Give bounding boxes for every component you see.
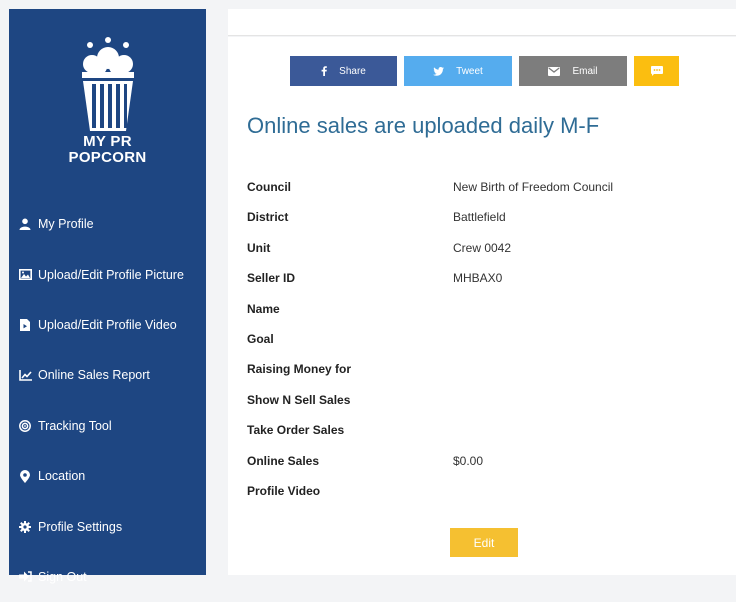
detail-row-online-sales: Online Sales $0.00 — [247, 454, 613, 484]
detail-value: Battlefield — [453, 210, 506, 225]
sign-out-icon — [18, 570, 32, 584]
twitter-tweet-label: Tweet — [456, 65, 483, 77]
detail-row-unit: Unit Crew 0042 — [247, 241, 613, 271]
detail-row-district: District Battlefield — [247, 210, 613, 240]
detail-row-goal: Goal — [247, 332, 613, 362]
detail-label: Show N Sell Sales — [247, 392, 351, 407]
detail-row-name: Name — [247, 302, 613, 332]
sidebar-item-label: Sign Out — [38, 569, 87, 584]
detail-row-show-n-sell-sales: Show N Sell Sales — [247, 393, 613, 423]
twitter-icon — [433, 66, 445, 76]
sidebar-item-label: Tracking Tool — [38, 418, 112, 433]
sidebar-item-location[interactable]: Location — [9, 451, 206, 501]
detail-row-take-order-sales: Take Order Sales — [247, 423, 613, 453]
sidebar-nav: My Profile Upload/Edit Profile Picture U… — [9, 199, 206, 602]
detail-row-seller-id: Seller ID MHBAX0 — [247, 271, 613, 301]
facebook-share-label: Share — [339, 65, 366, 77]
sidebar-item-label: Location — [38, 469, 86, 484]
sidebar-item-tracking-tool[interactable]: Tracking Tool — [9, 401, 206, 451]
twitter-tweet-button[interactable]: Tweet — [404, 56, 512, 86]
sms-share-button[interactable] — [634, 56, 679, 86]
email-share-button[interactable]: Email — [519, 56, 627, 86]
line-chart-icon — [18, 368, 32, 382]
detail-label: Name — [247, 301, 280, 316]
page-heading: Online sales are uploaded daily M-F — [247, 113, 600, 138]
detail-value: $0.00 — [453, 453, 484, 468]
profile-details: Council New Birth of Freedom Council Dis… — [247, 180, 613, 514]
sms-icon — [650, 66, 663, 76]
sidebar-item-sign-out[interactable]: Sign Out — [9, 552, 206, 602]
popcorn-logo: MY PR POPCORN — [9, 37, 206, 172]
sidebar: MY PR POPCORN My Profile Upload/Edit Pro… — [9, 9, 206, 584]
detail-row-council: Council New Birth of Freedom Council — [247, 180, 613, 210]
map-pin-icon — [18, 469, 32, 483]
detail-value: MHBAX0 — [453, 271, 503, 286]
detail-label: District — [247, 210, 289, 225]
sidebar-item-label: Upload/Edit Profile Video — [38, 317, 177, 332]
sidebar-item-label: My Profile — [38, 217, 94, 232]
image-icon — [18, 268, 32, 282]
target-icon — [18, 419, 32, 433]
profile-card: Share Tweet Email Online sales are uploa… — [228, 37, 736, 575]
detail-row-raising-money-for: Raising Money for — [247, 362, 613, 392]
detail-label: Raising Money for — [247, 362, 352, 377]
detail-label: Unit — [247, 240, 271, 255]
email-share-label: Email — [572, 65, 598, 77]
popcorn-icon — [81, 37, 134, 131]
detail-label: Seller ID — [247, 271, 296, 286]
edit-button[interactable]: Edit — [450, 528, 518, 557]
gear-icon — [18, 520, 32, 534]
detail-label: Profile Video — [247, 483, 321, 498]
detail-value: Crew 0042 — [453, 240, 512, 255]
sidebar-item-label: Online Sales Report — [38, 368, 150, 383]
share-buttons: Share Tweet Email — [290, 56, 679, 86]
detail-label: Take Order Sales — [247, 423, 345, 438]
sidebar-item-upload-picture[interactable]: Upload/Edit Profile Picture — [9, 249, 206, 299]
detail-label: Council — [247, 180, 291, 194]
video-file-icon — [18, 318, 32, 332]
user-icon — [18, 217, 32, 231]
detail-value: New Birth of Freedom Council — [453, 180, 614, 194]
detail-label: Goal — [247, 331, 274, 346]
sidebar-item-upload-video[interactable]: Upload/Edit Profile Video — [9, 300, 206, 350]
logo-text-line1: MY PR — [83, 133, 132, 150]
detail-label: Online Sales — [247, 453, 320, 468]
sidebar-item-profile-settings[interactable]: Profile Settings — [9, 501, 206, 551]
logo-text-line2: POPCORN — [68, 149, 147, 166]
top-bar — [228, 9, 736, 36]
envelope-icon — [548, 66, 561, 76]
detail-row-profile-video: Profile Video — [247, 484, 613, 514]
facebook-share-button[interactable]: Share — [290, 56, 397, 86]
sidebar-item-my-profile[interactable]: My Profile — [9, 199, 206, 249]
facebook-icon — [321, 66, 327, 76]
sidebar-item-online-sales-report[interactable]: Online Sales Report — [9, 350, 206, 400]
sidebar-item-label: Profile Settings — [38, 519, 123, 534]
sidebar-item-label: Upload/Edit Profile Picture — [38, 267, 184, 282]
